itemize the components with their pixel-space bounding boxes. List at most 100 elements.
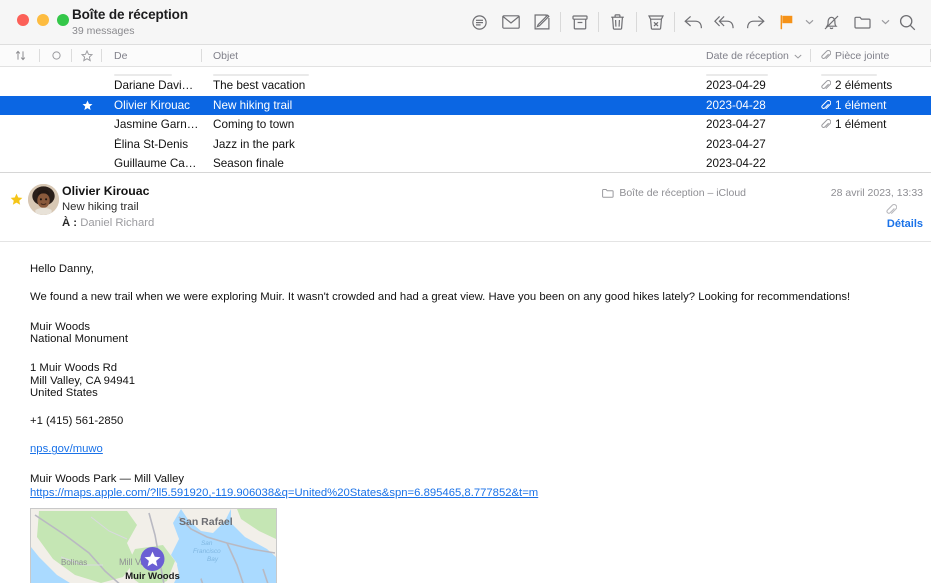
row-subject: New hiking trail [202, 99, 697, 112]
column-sort[interactable] [0, 45, 40, 66]
message-header: Olivier Kirouac New hiking trail À : Dan… [0, 173, 931, 242]
window-title-block: Boîte de réception 39 messages [72, 7, 188, 37]
row-from: Guillaume Ca… [102, 157, 202, 170]
title-bar: Boîte de réception 39 messages [0, 0, 931, 45]
row-subject: Jazz in the park [202, 138, 697, 151]
move-folder-icon[interactable] [847, 7, 878, 37]
message-to-label: À : [62, 217, 77, 229]
body-phone: +1 (415) 561-2850 [30, 416, 931, 427]
folder-icon [602, 188, 614, 198]
body-address-line-2: Mill Valley, CA 94941 [30, 375, 931, 387]
map-label-san-rafael: San Rafael [179, 516, 233, 528]
junk-icon[interactable] [640, 7, 671, 37]
unread-icon [52, 51, 61, 60]
column-attachment[interactable]: Pièce jointe [811, 45, 931, 66]
toolbar-divider [560, 12, 561, 32]
map-label-bolinas: Bolinas [61, 558, 87, 567]
body-place-line-2: National Monument [30, 333, 931, 345]
toolbar-divider [674, 12, 675, 32]
move-folder-chevron-down-icon[interactable] [878, 19, 892, 25]
row-date: 2023-04-29 [697, 79, 811, 92]
paperclip-icon [821, 80, 831, 91]
column-subject[interactable]: Objet [202, 45, 697, 66]
message-list[interactable]: Dariane Davi… The best vacation 2023-04-… [0, 67, 931, 173]
window-controls [17, 14, 69, 26]
row-date: 2023-04-28 [697, 99, 811, 112]
table-row-selected[interactable]: Olivier Kirouac New hiking trail 2023-04… [0, 96, 931, 116]
map-label-bay: Bay [207, 556, 219, 563]
row-attachment-label: 1 élément [835, 118, 886, 131]
details-link[interactable]: Détails [887, 218, 923, 230]
sort-icon [15, 50, 26, 61]
row-subject: Season finale [202, 157, 697, 170]
search-icon[interactable] [892, 7, 923, 37]
message-list-header: De Objet Date de réception Pièce jointe [0, 45, 931, 67]
table-row[interactable]: Guillaume Ca… Season finale 2023-04-22 [0, 154, 931, 173]
archive-icon[interactable] [564, 7, 595, 37]
row-attachment-label: 2 éléments [835, 79, 892, 92]
row-attachment: 2 éléments [811, 79, 931, 92]
row-from: Olivier Kirouac [102, 99, 202, 112]
mute-icon[interactable] [816, 7, 847, 37]
star-icon [81, 50, 93, 62]
message-mailbox-label: Boîte de réception – iCloud [619, 187, 746, 199]
mark-unread-icon[interactable] [495, 7, 526, 37]
column-unread[interactable] [40, 45, 72, 66]
row-attachment: 1 élément [811, 99, 931, 112]
column-attachment-label: Pièce jointe [835, 50, 889, 62]
mail-window: Boîte de réception 39 messages [0, 0, 931, 583]
paperclip-icon [821, 50, 831, 61]
toolbar-divider [598, 12, 599, 32]
message-to-value: Daniel Richard [80, 217, 154, 229]
message-subject: New hiking trail [62, 201, 139, 213]
row-subject: Coming to town [202, 118, 697, 131]
paperclip-icon [821, 100, 831, 111]
body-address-line-3: United States [30, 387, 931, 399]
map-url-link[interactable]: https://maps.apple.com/?ll5.591920,-119.… [30, 487, 538, 499]
compose-icon[interactable] [526, 7, 557, 37]
message-flag-star-icon[interactable] [10, 193, 23, 209]
body-greeting: Hello Danny, [30, 264, 931, 275]
message-sender-name: Olivier Kirouac [62, 184, 149, 198]
map-pin-label: Muir Woods [125, 571, 180, 582]
row-from: Dariane Davi… [102, 79, 202, 92]
table-row[interactable]: Jasmine Garn… Coming to town 2023-04-27 … [0, 115, 931, 135]
body-place-line-1: Muir Woods [30, 321, 931, 333]
toolbar-divider [636, 12, 637, 32]
column-star[interactable] [72, 45, 102, 66]
row-attachment: 1 élément [811, 118, 931, 131]
toolbar [464, 0, 923, 44]
column-date[interactable]: Date de réception [697, 45, 811, 66]
row-star-cell[interactable] [72, 100, 102, 111]
column-from[interactable]: De [102, 45, 202, 66]
body-paragraph: We found a new trail when we were explor… [30, 292, 931, 303]
column-subject-label: Objet [213, 50, 238, 62]
table-row[interactable]: Dariane Davi… The best vacation 2023-04-… [0, 76, 931, 96]
column-from-label: De [114, 50, 127, 62]
table-row[interactable]: Élina St-Denis Jazz in the park 2023-04-… [0, 135, 931, 155]
message-count: 39 messages [72, 25, 188, 37]
avatar[interactable] [28, 184, 59, 215]
flag-icon[interactable] [771, 7, 802, 37]
message-body: Hello Danny, We found a new trail when w… [0, 242, 931, 583]
reply-all-icon[interactable] [709, 7, 740, 37]
close-button[interactable] [17, 14, 29, 26]
flag-chevron-down-icon[interactable] [802, 19, 816, 25]
row-from: Jasmine Garn… [102, 118, 202, 131]
map-label-san: San [201, 540, 213, 547]
filter-icon[interactable] [464, 7, 495, 37]
reply-icon[interactable] [678, 7, 709, 37]
forward-icon[interactable] [740, 7, 771, 37]
table-row-partial[interactable] [0, 67, 931, 76]
minimize-button[interactable] [37, 14, 49, 26]
website-link[interactable]: nps.gov/muwo [30, 443, 103, 455]
map-label-francisco: Francisco [193, 548, 221, 555]
star-filled-icon [82, 100, 93, 111]
map-attachment[interactable]: San Rafael San Francisco Bay Bolinas Mil… [30, 508, 277, 583]
message-recipient: À : Daniel Richard [62, 217, 154, 229]
paperclip-icon [821, 119, 831, 130]
trash-icon[interactable] [602, 7, 633, 37]
page-title: Boîte de réception [72, 7, 188, 23]
sort-chevron-down-icon[interactable] [794, 50, 802, 62]
zoom-button[interactable] [57, 14, 69, 26]
